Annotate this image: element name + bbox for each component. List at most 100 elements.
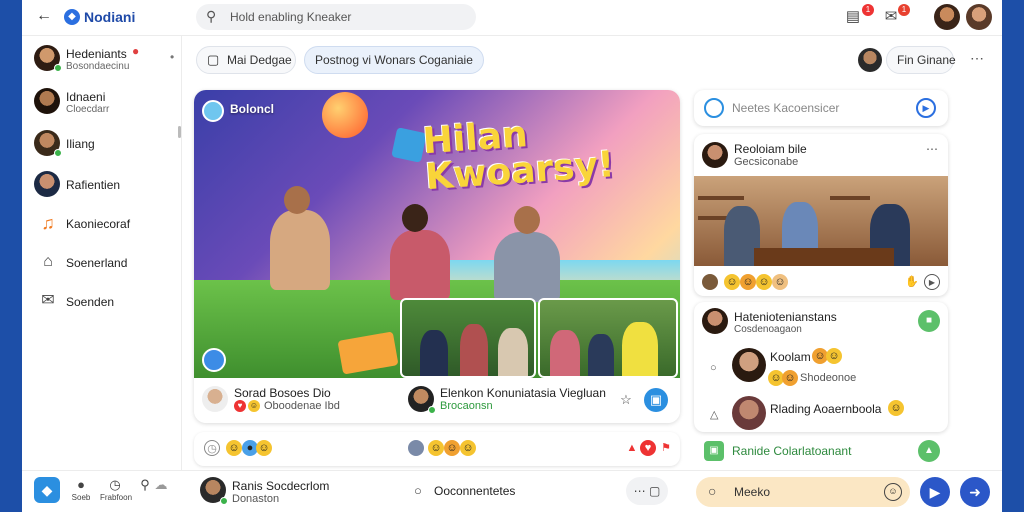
avatar[interactable] — [702, 308, 728, 334]
more-icon[interactable]: ⋯ — [970, 50, 984, 67]
thumb-person — [550, 330, 580, 376]
heart-icon[interactable]: ♥ — [640, 440, 656, 456]
compose-box[interactable]: ○ Meeko ☺ — [696, 477, 910, 507]
emoji-icon[interactable]: ☺ — [884, 483, 902, 501]
music-icon: ♫ — [41, 213, 55, 233]
smile-icon[interactable]: ☺ — [724, 274, 740, 290]
avatar[interactable] — [732, 348, 766, 382]
avatar[interactable] — [858, 48, 882, 72]
sidebar-item-label: Iliang — [66, 137, 95, 151]
home-icon[interactable]: ◆ — [34, 477, 60, 503]
grin-icon[interactable]: ☺ — [256, 440, 272, 456]
wow-icon[interactable]: ☺ — [444, 440, 460, 456]
right-post-author[interactable]: Reoloiam bile — [734, 142, 807, 156]
reply-icon[interactable]: ○ — [710, 362, 717, 374]
hero-image[interactable]: Hilan Kwoarsy! Boloncl — [194, 90, 680, 378]
search-bar[interactable]: ⚲ Hold enabling Kneaker — [196, 4, 476, 30]
add-icon[interactable]: ▲ — [918, 440, 940, 462]
avatar[interactable] — [732, 396, 766, 430]
tab-1[interactable]: ● Soeb — [66, 477, 96, 502]
avatar[interactable] — [702, 142, 728, 168]
chat-badge: 1 — [898, 4, 910, 16]
shelf — [698, 196, 744, 200]
tab-2-label: Frabfoon — [100, 493, 133, 502]
tab-4[interactable]: ☁ — [146, 477, 176, 493]
badge-icon — [202, 100, 224, 122]
comment-header-sub: Cosdenoagaon — [734, 324, 802, 335]
avatar[interactable] — [202, 386, 228, 412]
share-icon[interactable]: ▤ — [842, 6, 864, 28]
comment-1-name[interactable]: Koolam — [770, 350, 811, 364]
comment-header[interactable]: Hateniotenianstans — [734, 310, 837, 324]
avatar-small[interactable] — [702, 274, 718, 290]
app-window: ← ◆ Nodiani ⚲ Hold enabling Kneaker ▤ 1 … — [22, 0, 1002, 512]
search-input[interactable]: Hold enabling Kneaker — [230, 10, 351, 24]
laugh-icon[interactable]: ☺ — [772, 274, 788, 290]
online-indicator — [220, 497, 228, 505]
right-input-card[interactable]: Neetes Kacoensicer ▶ — [694, 90, 948, 126]
avatar-small[interactable] — [408, 440, 424, 456]
mail-icon: ✉ — [41, 292, 55, 309]
smile-icon[interactable]: ☺ — [226, 440, 242, 456]
sidebar-item-label: Kaoniecoraf — [66, 217, 131, 231]
comment-2-name[interactable]: Rlading Aoaernboola — [770, 402, 881, 416]
like-icon[interactable]: △ — [710, 408, 718, 421]
fire-icon[interactable]: ▲ — [624, 440, 640, 456]
comment-icon[interactable]: ○ — [414, 483, 422, 498]
hero-title: Hilan Kwoarsy! — [422, 108, 666, 198]
sidebar-item-2[interactable]: Idnaeni Cloecdarr — [32, 87, 177, 117]
cafe-photo[interactable] — [694, 176, 948, 266]
balloon — [322, 92, 368, 138]
chip-1[interactable]: ▢ Mai Dedgae — [196, 46, 296, 74]
clock-icon[interactable]: ◷ — [204, 440, 220, 456]
right-input[interactable]: Neetes Kacoensicer — [732, 101, 839, 115]
invite-row[interactable]: ▣ Ranide Colarlatoanant ▲ — [694, 436, 948, 466]
scrollbar[interactable] — [178, 126, 181, 138]
author-2-sub: Brocaonsn — [440, 400, 493, 412]
thumbnail-2[interactable] — [538, 298, 678, 378]
sidebar-item-7[interactable]: ✉ Soenden — [32, 287, 177, 317]
sidebar-item-1[interactable]: Hedeniants Bosondaecinu ● • — [32, 44, 177, 74]
arrow-left-icon[interactable]: ← — [36, 7, 52, 25]
avatar-secondary[interactable] — [966, 4, 992, 30]
play-icon[interactable]: ▶ — [924, 274, 940, 290]
happy-icon[interactable]: ☺ — [756, 274, 772, 290]
grin-icon[interactable]: ☺ — [740, 274, 756, 290]
thumbnail-1[interactable] — [400, 298, 536, 378]
camera-icon[interactable]: ▣ — [644, 388, 668, 412]
sidebar-item-3[interactable]: Iliang — [32, 129, 177, 159]
chip-1-label: Mai Dedgae — [227, 53, 292, 67]
sidebar-item-6[interactable]: ⌂ Soenerland — [32, 248, 177, 278]
sidebar-item-4[interactable]: Rafientien — [32, 170, 177, 200]
author-2-name[interactable]: Elenkon Konuniatasia Viegluan — [440, 386, 606, 400]
chat-icon[interactable]: ■ — [918, 310, 940, 332]
more-icon[interactable]: ⋯ — [926, 142, 938, 156]
happy-icon[interactable]: ☺ — [460, 440, 476, 456]
comments-label[interactable]: Ooconnentetes — [434, 484, 515, 498]
send-icon[interactable]: ▶ — [916, 98, 936, 118]
sidebar-item-5[interactable]: ♫ Kaoniecoraf — [32, 209, 177, 239]
wave-icon[interactable]: ✋ — [904, 274, 920, 290]
tab-2[interactable]: ◷ Frabfoon — [100, 477, 133, 502]
more-icon[interactable]: • — [170, 50, 174, 64]
thumb-person — [460, 324, 488, 376]
chip-2[interactable]: Postnog vi Wonars Coganiaie — [304, 46, 484, 74]
tag-icon: ▢ — [207, 52, 220, 67]
avatar[interactable] — [934, 4, 960, 30]
send-button[interactable]: ▶ — [920, 477, 950, 507]
invite-label[interactable]: Ranide Colarlatoanant — [732, 444, 851, 458]
star-icon[interactable]: ☆ — [614, 388, 638, 412]
sidebar-item-sub: Cloecdarr — [66, 104, 110, 115]
compose-input[interactable]: Meeko — [734, 485, 770, 499]
options-button[interactable]: ⋯ ▢ — [626, 477, 668, 505]
flag-icon[interactable]: ⚑ — [658, 440, 674, 456]
user-name[interactable]: Ranis Socdecrlom — [232, 479, 329, 493]
profile-chip[interactable]: Fin Ginane — [886, 46, 956, 74]
sticker-icon[interactable] — [202, 348, 226, 372]
hand-icon: ☺ — [888, 400, 904, 416]
laugh-icon[interactable]: ☺ — [428, 440, 444, 456]
reaction-row: ◷ ☺ ● ☺ ☺ ☺ ☺ ▲ ♥ ⚑ — [194, 432, 680, 466]
author-1-name[interactable]: Sorad Bosoes Dio — [234, 386, 331, 400]
share-button[interactable]: ➜ — [960, 477, 990, 507]
sidebar-item-label: Hedeniants — [66, 47, 127, 61]
